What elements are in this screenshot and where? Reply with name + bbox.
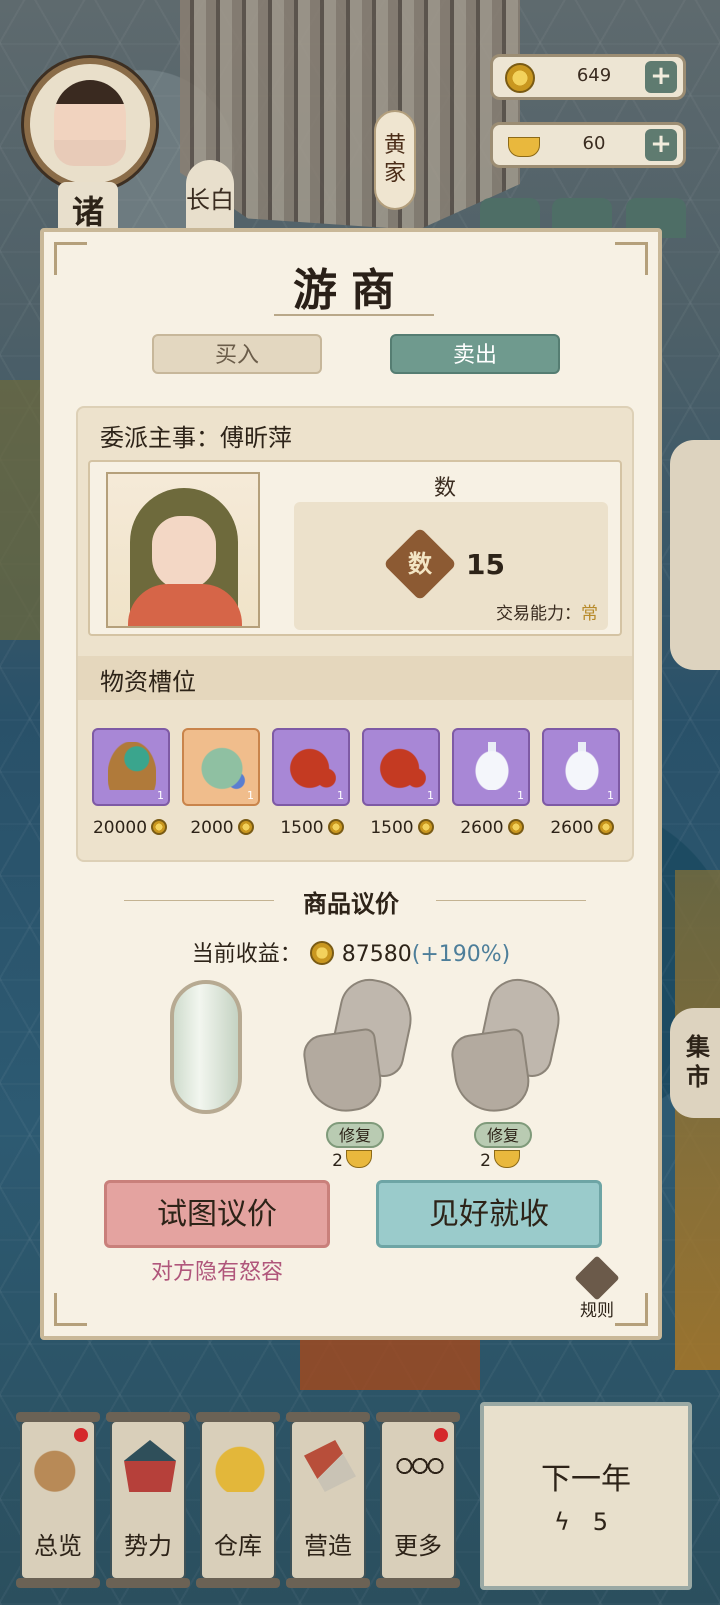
slots-header: 物资槽位 [78, 656, 632, 700]
add-copper-button[interactable]: + [645, 61, 677, 93]
repair-cost: 2 [322, 1150, 382, 1171]
gold-ingot-icon [505, 137, 540, 167]
jade-jar-icon [198, 742, 246, 790]
nav-warehouse[interactable]: 仓库 [196, 1412, 280, 1588]
item-slot[interactable]: 1 [182, 728, 260, 806]
rules-button[interactable]: 规则 [572, 1255, 622, 1321]
lacquer-jar-icon [288, 742, 336, 790]
try-bargain-button[interactable]: 试图议价 [104, 1180, 330, 1248]
market-label: 集市 [686, 1032, 710, 1091]
title-divider [274, 314, 434, 316]
trowel-bricks-icon [304, 1440, 356, 1492]
accept-deal-button[interactable]: 见好就收 [376, 1180, 602, 1248]
attribute-box: 数 15 交易能力：常 [294, 502, 608, 630]
slot-price: 2600 [536, 818, 628, 838]
nav-build[interactable]: 营造 [286, 1412, 370, 1588]
merchant-panel: 游商 买入 卖出 委派主事：傅昕萍 数 数 15 交易能力：常 物资槽位 1 1 [40, 228, 662, 1340]
gold-ingot-icon [493, 1150, 520, 1168]
notification-dot [434, 1428, 448, 1442]
coin-icon [327, 819, 344, 835]
rules-icon [574, 1255, 620, 1301]
tab-buy[interactable]: 买入 [152, 334, 322, 374]
copper-coin-icon [505, 63, 535, 93]
nav-power[interactable]: 势力 [106, 1412, 190, 1588]
trade-ability: 交易能力：常 [496, 604, 598, 624]
coin-icon [507, 819, 524, 835]
nav-more[interactable]: 更多 [376, 1412, 460, 1588]
nav-overview[interactable]: 总览 [16, 1412, 100, 1588]
vegetable-basket-icon [108, 742, 156, 790]
coin-icon [417, 819, 434, 835]
scroll-brush-icon [34, 1440, 86, 1492]
repair-button[interactable]: 修复 [474, 1122, 532, 1148]
item-slot[interactable]: 1 [542, 728, 620, 806]
map-land-right [675, 870, 720, 1370]
item-slots: 1 1 1 1 1 1 20000 2000 1500 1500 2600 26… [92, 728, 622, 848]
slot-price: 1500 [266, 818, 358, 838]
porcelain-vase-icon [468, 742, 516, 790]
lightning-icon: ϟ [554, 1508, 570, 1536]
next-year-label: 下一年 [541, 1462, 631, 1497]
tab-sell[interactable]: 卖出 [390, 334, 560, 374]
palace-icon [124, 1440, 176, 1492]
slot-price: 2600 [446, 818, 538, 838]
gold-value: 60 [582, 133, 606, 154]
attribute-title: 数 [433, 476, 456, 501]
manager-portrait[interactable] [106, 472, 260, 628]
player-avatar[interactable] [24, 58, 156, 190]
copper-currency: 649 + [490, 54, 686, 100]
item-slot[interactable]: 1 [452, 728, 530, 806]
slots-title: 物资槽位 [100, 668, 196, 696]
coin-icon [597, 819, 614, 835]
intact-jade-token [170, 980, 242, 1114]
add-gold-button[interactable]: + [645, 129, 677, 161]
porcelain-vase-icon [558, 742, 606, 790]
coin-icon [237, 819, 254, 835]
manager-label: 委派主事：傅昕萍 [100, 424, 292, 452]
market-side-tab[interactable]: 集市 [670, 1008, 720, 1118]
item-slot[interactable]: 1 [272, 728, 350, 806]
current-profit: 当前收益： 87580(+190%) [191, 941, 511, 967]
avatar-portrait [54, 80, 126, 166]
coin-icon [309, 941, 334, 965]
item-slot[interactable]: 1 [92, 728, 170, 806]
manager-info: 数 数 15 交易能力：常 [88, 460, 622, 636]
map-land-left [0, 380, 40, 640]
gold-currency: 60 + [490, 122, 686, 168]
broken-jade-token [300, 973, 419, 1117]
notification-dot [74, 1428, 88, 1442]
family-tag[interactable]: 黄家 [374, 110, 416, 210]
slot-price: 20000 [84, 818, 176, 838]
gold-ingot-icon [345, 1150, 372, 1168]
copper-value: 649 [576, 65, 612, 86]
money-bag-icon [214, 1440, 266, 1492]
repair-cost: 2 [470, 1150, 530, 1171]
more-dots-icon [394, 1440, 446, 1492]
mood-warning: 对方隐有怒容 [150, 1260, 283, 1285]
item-slot[interactable]: 1 [362, 728, 440, 806]
lacquer-jar-icon [378, 742, 426, 790]
slot-price: 1500 [356, 818, 448, 838]
coin-icon [151, 819, 168, 835]
divider-right [436, 900, 586, 901]
slot-price: 2000 [176, 818, 268, 838]
repair-button[interactable]: 修复 [326, 1122, 384, 1148]
panel-title: 游商 [293, 265, 409, 316]
broken-jade-token [448, 973, 567, 1117]
next-year-button[interactable]: 下一年 ϟ 5 [480, 1402, 692, 1590]
math-attribute-icon: 数 [383, 527, 457, 601]
negotiation-title: 商品议价 [303, 889, 399, 918]
attribute-value: 15 [466, 548, 505, 581]
right-side-menu[interactable] [670, 440, 720, 670]
energy-counter: ϟ 5 [554, 1508, 609, 1536]
